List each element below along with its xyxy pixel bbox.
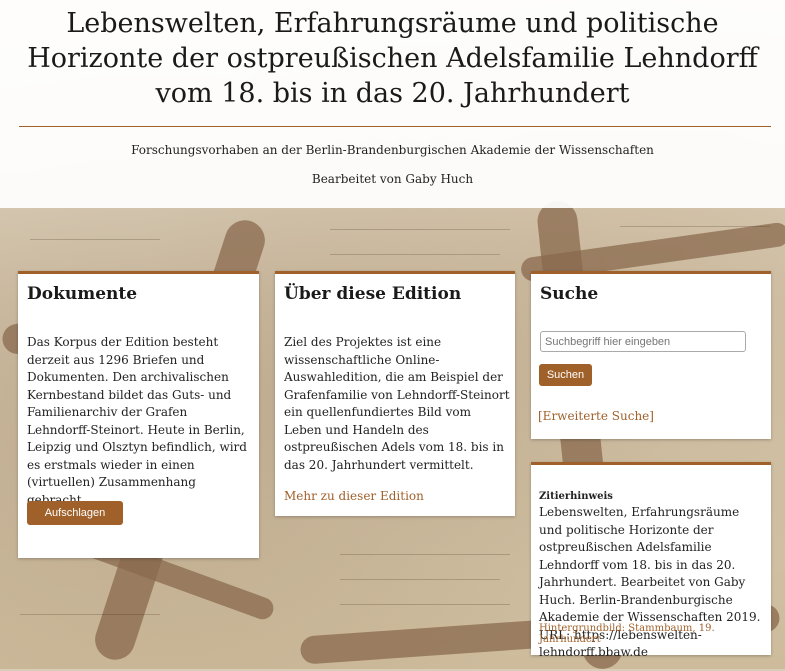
project-subtitle: Forschungsvorhaben an der Berlin-Branden… — [131, 143, 654, 157]
background-image-link[interactable]: Hintergrundbild: Stammbaum, 19. Jahrhund… — [539, 623, 771, 645]
title-line-1: Lebenswelten, Erfahrungsräume und politi… — [66, 8, 719, 39]
citation-heading: Zitierhinweis — [539, 491, 613, 502]
page-title: Lebenswelten, Erfahrungsräume und politi… — [20, 6, 765, 111]
advanced-search-link[interactable]: [Erweiterte Suche] — [538, 409, 654, 423]
editor-credit: Bearbeitet von Gaby Huch — [311, 172, 474, 186]
about-card: Über diese Edition Ziel des Projektes is… — [275, 271, 515, 516]
documents-heading: Dokumente — [27, 284, 138, 304]
open-documents-button[interactable]: Aufschlagen — [27, 501, 123, 525]
about-edition-link[interactable]: Mehr zu dieser Edition — [284, 489, 424, 503]
documents-card: Dokumente Das Korpus der Edition besteht… — [18, 271, 259, 558]
title-line-3: vom 18. bis in das 20. Jahrhundert — [155, 78, 630, 109]
search-input[interactable] — [540, 331, 746, 352]
about-heading: Über diese Edition — [284, 284, 462, 304]
search-card: Suche Suchen [Erweiterte Suche] — [531, 271, 771, 439]
page-header: Lebenswelten, Erfahrungsräume und politi… — [0, 0, 785, 208]
search-button[interactable]: Suchen — [539, 364, 592, 386]
about-text: Ziel des Projektes ist eine wissenschaft… — [284, 335, 510, 472]
header-divider — [19, 126, 771, 127]
search-heading: Suche — [540, 284, 599, 304]
title-line-2: Horizonte der ostpreußischen Adelsfamili… — [27, 43, 758, 74]
citation-card: Zitierhinweis Lebenswelten, Erfahrungsrä… — [531, 462, 771, 659]
documents-text: Das Korpus der Edition besteht derzeit a… — [27, 335, 247, 507]
